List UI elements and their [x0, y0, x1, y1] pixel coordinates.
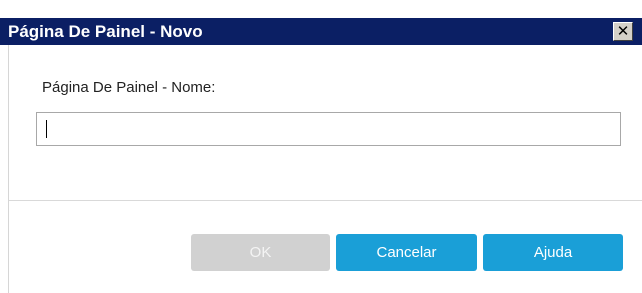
button-area-divider: [9, 200, 642, 201]
help-button[interactable]: Ajuda: [483, 234, 623, 271]
dialog-border: [8, 45, 9, 293]
cancel-button[interactable]: Cancelar: [336, 234, 477, 271]
dialog-title: Página De Painel - Novo: [8, 22, 203, 41]
new-dashboard-page-dialog: Página De Painel - Novo ✕ Página De Pain…: [0, 0, 642, 293]
ok-button[interactable]: OK: [191, 234, 330, 271]
title-bar: Página De Painel - Novo ✕: [0, 0, 642, 45]
close-button[interactable]: ✕: [613, 22, 633, 41]
name-input[interactable]: [36, 112, 621, 146]
text-caret: [46, 120, 47, 138]
close-icon: ✕: [616, 23, 630, 40]
name-field-label: Página De Painel - Nome:: [42, 79, 216, 96]
